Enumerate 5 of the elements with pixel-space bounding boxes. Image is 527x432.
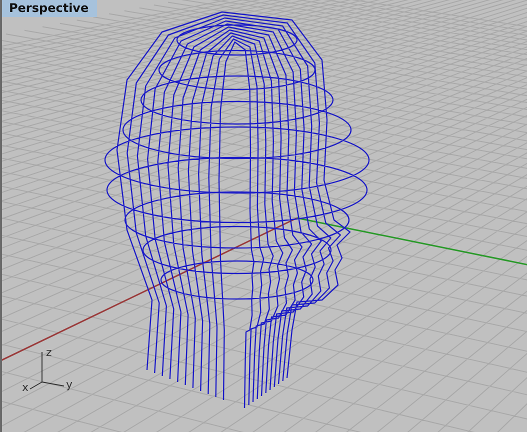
axis-label: x <box>22 381 29 394</box>
axis-label: y <box>66 378 73 391</box>
viewport-title[interactable]: Perspective <box>2 0 97 17</box>
axis-label: z <box>46 346 52 359</box>
axis-icon <box>30 352 64 390</box>
